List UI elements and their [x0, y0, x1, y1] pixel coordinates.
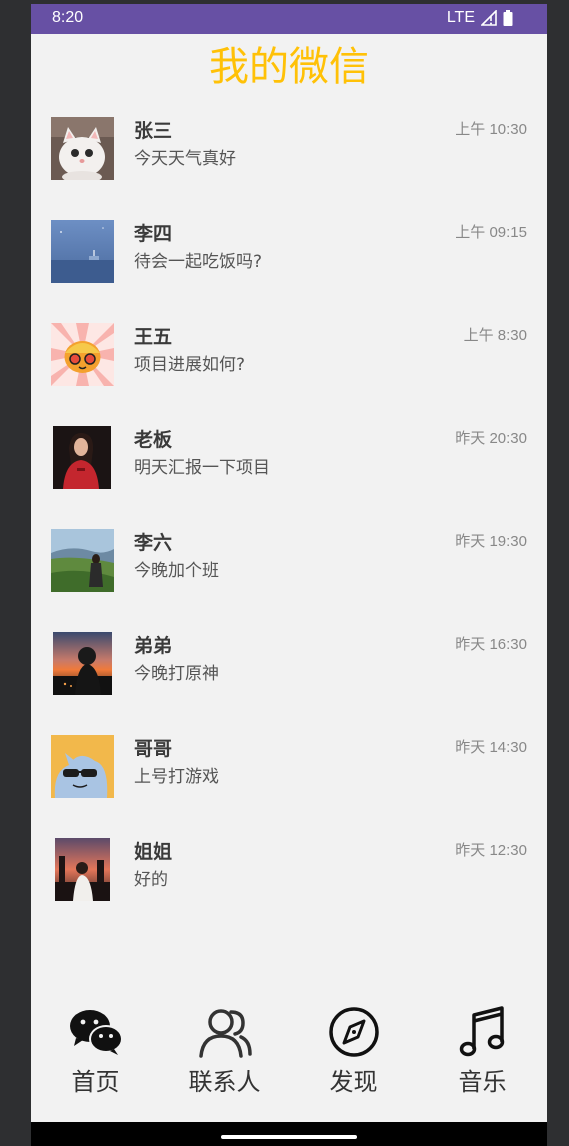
wechat-icon — [69, 1010, 123, 1055]
message-time: 上午 10:30 — [455, 121, 527, 138]
bottom-navigation: 首页 联系人 发现 音乐 — [31, 1000, 547, 1110]
message-time: 昨天 19:30 — [455, 533, 527, 550]
nav-tab-label: 发现 — [329, 1068, 378, 1096]
nav-tab-contacts[interactable]: 联系人 — [160, 1000, 289, 1110]
contact-name: 张三 — [134, 120, 173, 142]
last-message: 今天天气真好 — [134, 149, 236, 169]
contact-name: 李六 — [134, 532, 173, 554]
chat-item-didi[interactable]: 弟弟 今晚打原神 昨天 16:30 — [31, 632, 547, 732]
contact-name: 哥哥 — [134, 738, 173, 760]
app-screen: 我的微信 张三 今天天气真好 上午 10:30 李四 待会一起吃饭吗? 上午 0… — [31, 34, 547, 1122]
avatar — [51, 323, 114, 386]
last-message: 今晚加个班 — [134, 561, 219, 581]
message-time: 昨天 12:30 — [455, 842, 527, 859]
nav-tab-discover[interactable]: 发现 — [289, 1000, 418, 1110]
avatar — [51, 117, 114, 180]
avatar — [51, 426, 114, 489]
page-title: 我的微信 — [209, 44, 369, 90]
nav-tab-label: 联系人 — [188, 1068, 261, 1096]
last-message: 好的 — [134, 870, 168, 890]
home-gesture-handle[interactable] — [221, 1135, 357, 1139]
message-time: 昨天 14:30 — [455, 739, 527, 756]
message-time: 上午 8:30 — [463, 327, 527, 344]
status-time: 8:20 — [52, 9, 84, 26]
avatar — [51, 632, 114, 695]
avatar — [51, 529, 114, 592]
nav-tab-music[interactable]: 音乐 — [418, 1000, 547, 1110]
last-message: 上号打游戏 — [134, 767, 219, 787]
last-message: 待会一起吃饭吗? — [134, 252, 263, 272]
message-time: 昨天 16:30 — [455, 636, 527, 653]
chat-item-jiejie[interactable]: 姐姐 好的 昨天 12:30 — [31, 838, 547, 938]
system-navigation-bar — [31, 1122, 547, 1146]
avatar — [51, 735, 114, 798]
last-message: 今晚打原神 — [134, 664, 219, 684]
nav-tab-label: 音乐 — [458, 1068, 507, 1096]
contact-name: 弟弟 — [134, 635, 173, 657]
last-message: 项目进展如何? — [134, 355, 246, 375]
chat-item-gege[interactable]: 哥哥 上号打游戏 昨天 14:30 — [31, 735, 547, 835]
message-time: 昨天 20:30 — [455, 430, 527, 447]
contact-name: 王五 — [134, 326, 173, 348]
status-bar: 8:20 LTE — [31, 4, 547, 34]
chat-item-wangwu[interactable]: 王五 项目进展如何? 上午 8:30 — [31, 323, 547, 423]
signal-icon — [481, 10, 497, 26]
nav-tab-home[interactable]: 首页 — [31, 1000, 160, 1110]
battery-icon — [503, 10, 513, 26]
network-type: LTE — [446, 9, 475, 26]
status-indicators: LTE — [447, 9, 513, 27]
avatar — [51, 838, 114, 901]
contact-name: 姐姐 — [134, 841, 173, 863]
chat-item-liliu[interactable]: 李六 今晚加个班 昨天 19:30 — [31, 529, 547, 629]
message-time: 上午 09:15 — [455, 224, 527, 241]
last-message: 明天汇报一下项目 — [134, 458, 270, 478]
music-note-icon — [459, 1006, 504, 1057]
compass-icon — [328, 1007, 379, 1057]
chat-item-lisi[interactable]: 李四 待会一起吃饭吗? 上午 09:15 — [31, 220, 547, 320]
nav-tab-label: 首页 — [71, 1068, 120, 1096]
contact-name: 老板 — [134, 429, 173, 451]
avatar — [51, 220, 114, 283]
chat-item-boss[interactable]: 老板 明天汇报一下项目 昨天 20:30 — [31, 426, 547, 526]
contact-name: 李四 — [134, 223, 173, 245]
contacts-icon — [198, 1009, 252, 1058]
chat-item-zhangsan[interactable]: 张三 今天天气真好 上午 10:30 — [31, 117, 547, 217]
